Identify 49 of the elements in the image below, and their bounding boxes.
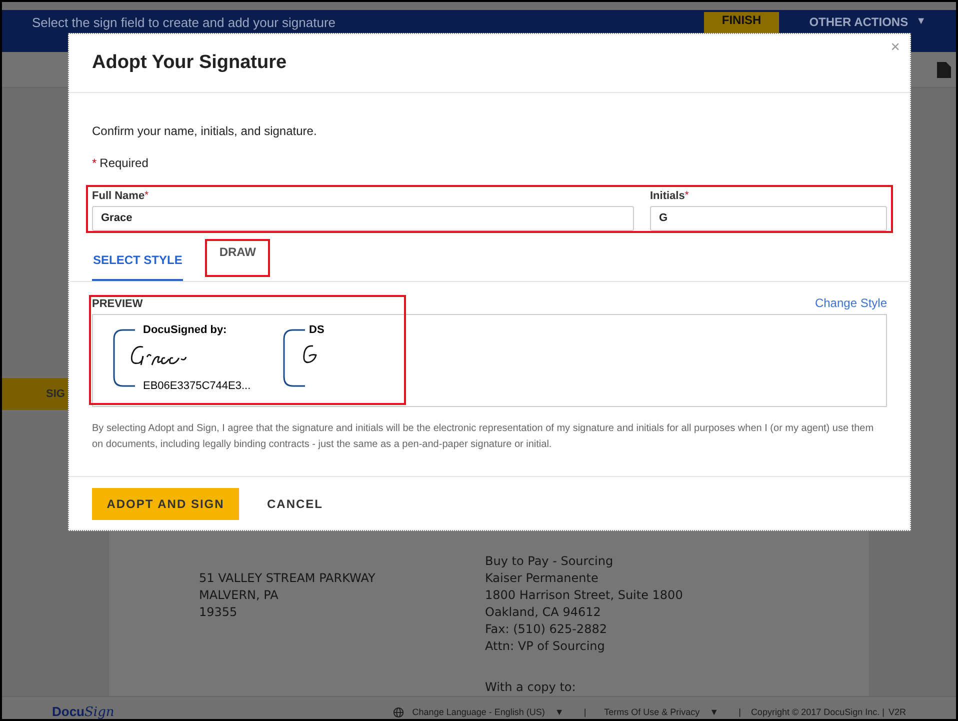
version-text: V2R xyxy=(888,706,906,719)
legal-text: By selecting Adopt and Sign, I agree that the signature and initials will be the electronic representation of my signature and initials for all purposes when I (or my agent) use them on documents, including legally binding contracts - just the same as a pen-and-paper signature or initial. xyxy=(92,422,875,452)
dialog-title: Adopt Your Signature xyxy=(92,50,287,75)
address-line: Kaiser Permanente xyxy=(485,570,600,587)
terms-link[interactable]: Terms Of Use & Privacy xyxy=(604,706,700,719)
address-line: Attn: VP of Sourcing xyxy=(485,638,606,655)
docusign-logo: DocuSign xyxy=(52,703,116,719)
globe-icon xyxy=(393,707,404,718)
copy-to-text: With a copy to: xyxy=(485,679,577,696)
signature-id: EB06E3375C744E3... xyxy=(143,381,251,392)
caret-icon: ▼ xyxy=(710,706,719,719)
required-mark: * xyxy=(92,155,97,172)
initials-drawing xyxy=(301,343,319,365)
name-field[interactable]: Grace xyxy=(92,206,634,230)
required-text: Required xyxy=(100,155,148,172)
address-line: Buy to Pay - Sourcing xyxy=(485,553,614,570)
address-line: 19355 xyxy=(199,604,238,621)
finish-button[interactable]: FINISH xyxy=(704,12,780,33)
language-link[interactable]: Change Language - English (US) xyxy=(412,706,545,719)
bracket-icon xyxy=(113,329,135,387)
separator-text: | xyxy=(738,706,741,719)
signature-caption: DocuSigned by: xyxy=(143,325,227,336)
address-line: Oakland, CA 94612 xyxy=(485,604,602,621)
caret-icon: ▼ xyxy=(916,15,926,29)
name-field[interactable]: G xyxy=(650,206,887,230)
separator-text: | xyxy=(584,706,586,719)
document-icon[interactable] xyxy=(936,60,952,78)
instruction-text: Select the sign field to create and add your signature xyxy=(32,15,337,31)
change-style-link[interactable]: Change Style xyxy=(814,294,887,312)
close-button[interactable]: × xyxy=(890,40,900,56)
required-mark: * xyxy=(684,189,689,203)
initials-caption: DS xyxy=(309,325,324,336)
field-label: Initials xyxy=(650,189,685,204)
other-actions-button[interactable]: OTHER ACTIONS ▼ xyxy=(809,15,926,29)
intro-text: Confirm your name, initials, and signature. xyxy=(92,123,318,140)
adopt-button[interactable]: ADOPT AND SIGN xyxy=(92,488,239,520)
cancel-button[interactable]: CANCEL xyxy=(267,494,323,512)
address-line: MALVERN, PA xyxy=(199,587,280,604)
address-line: Fax: (510) 625-2882 xyxy=(485,621,608,638)
address-line: 51 VALLEY STREAM PARKWAY xyxy=(199,570,376,587)
preview-label: PREVIEW xyxy=(92,296,143,312)
bracket-icon xyxy=(283,329,305,387)
required-mark: * xyxy=(144,189,148,203)
caret-icon: ▼ xyxy=(554,706,564,719)
style-tab[interactable]: SELECT STYLE xyxy=(92,251,184,281)
address-line: 1800 Harrison Street, Suite 1800 xyxy=(485,587,683,604)
field-label: Full Name xyxy=(92,189,145,204)
signature-drawing xyxy=(129,343,187,367)
copyright-text: Copyright © 2017 DocuSign Inc. | xyxy=(750,706,884,719)
